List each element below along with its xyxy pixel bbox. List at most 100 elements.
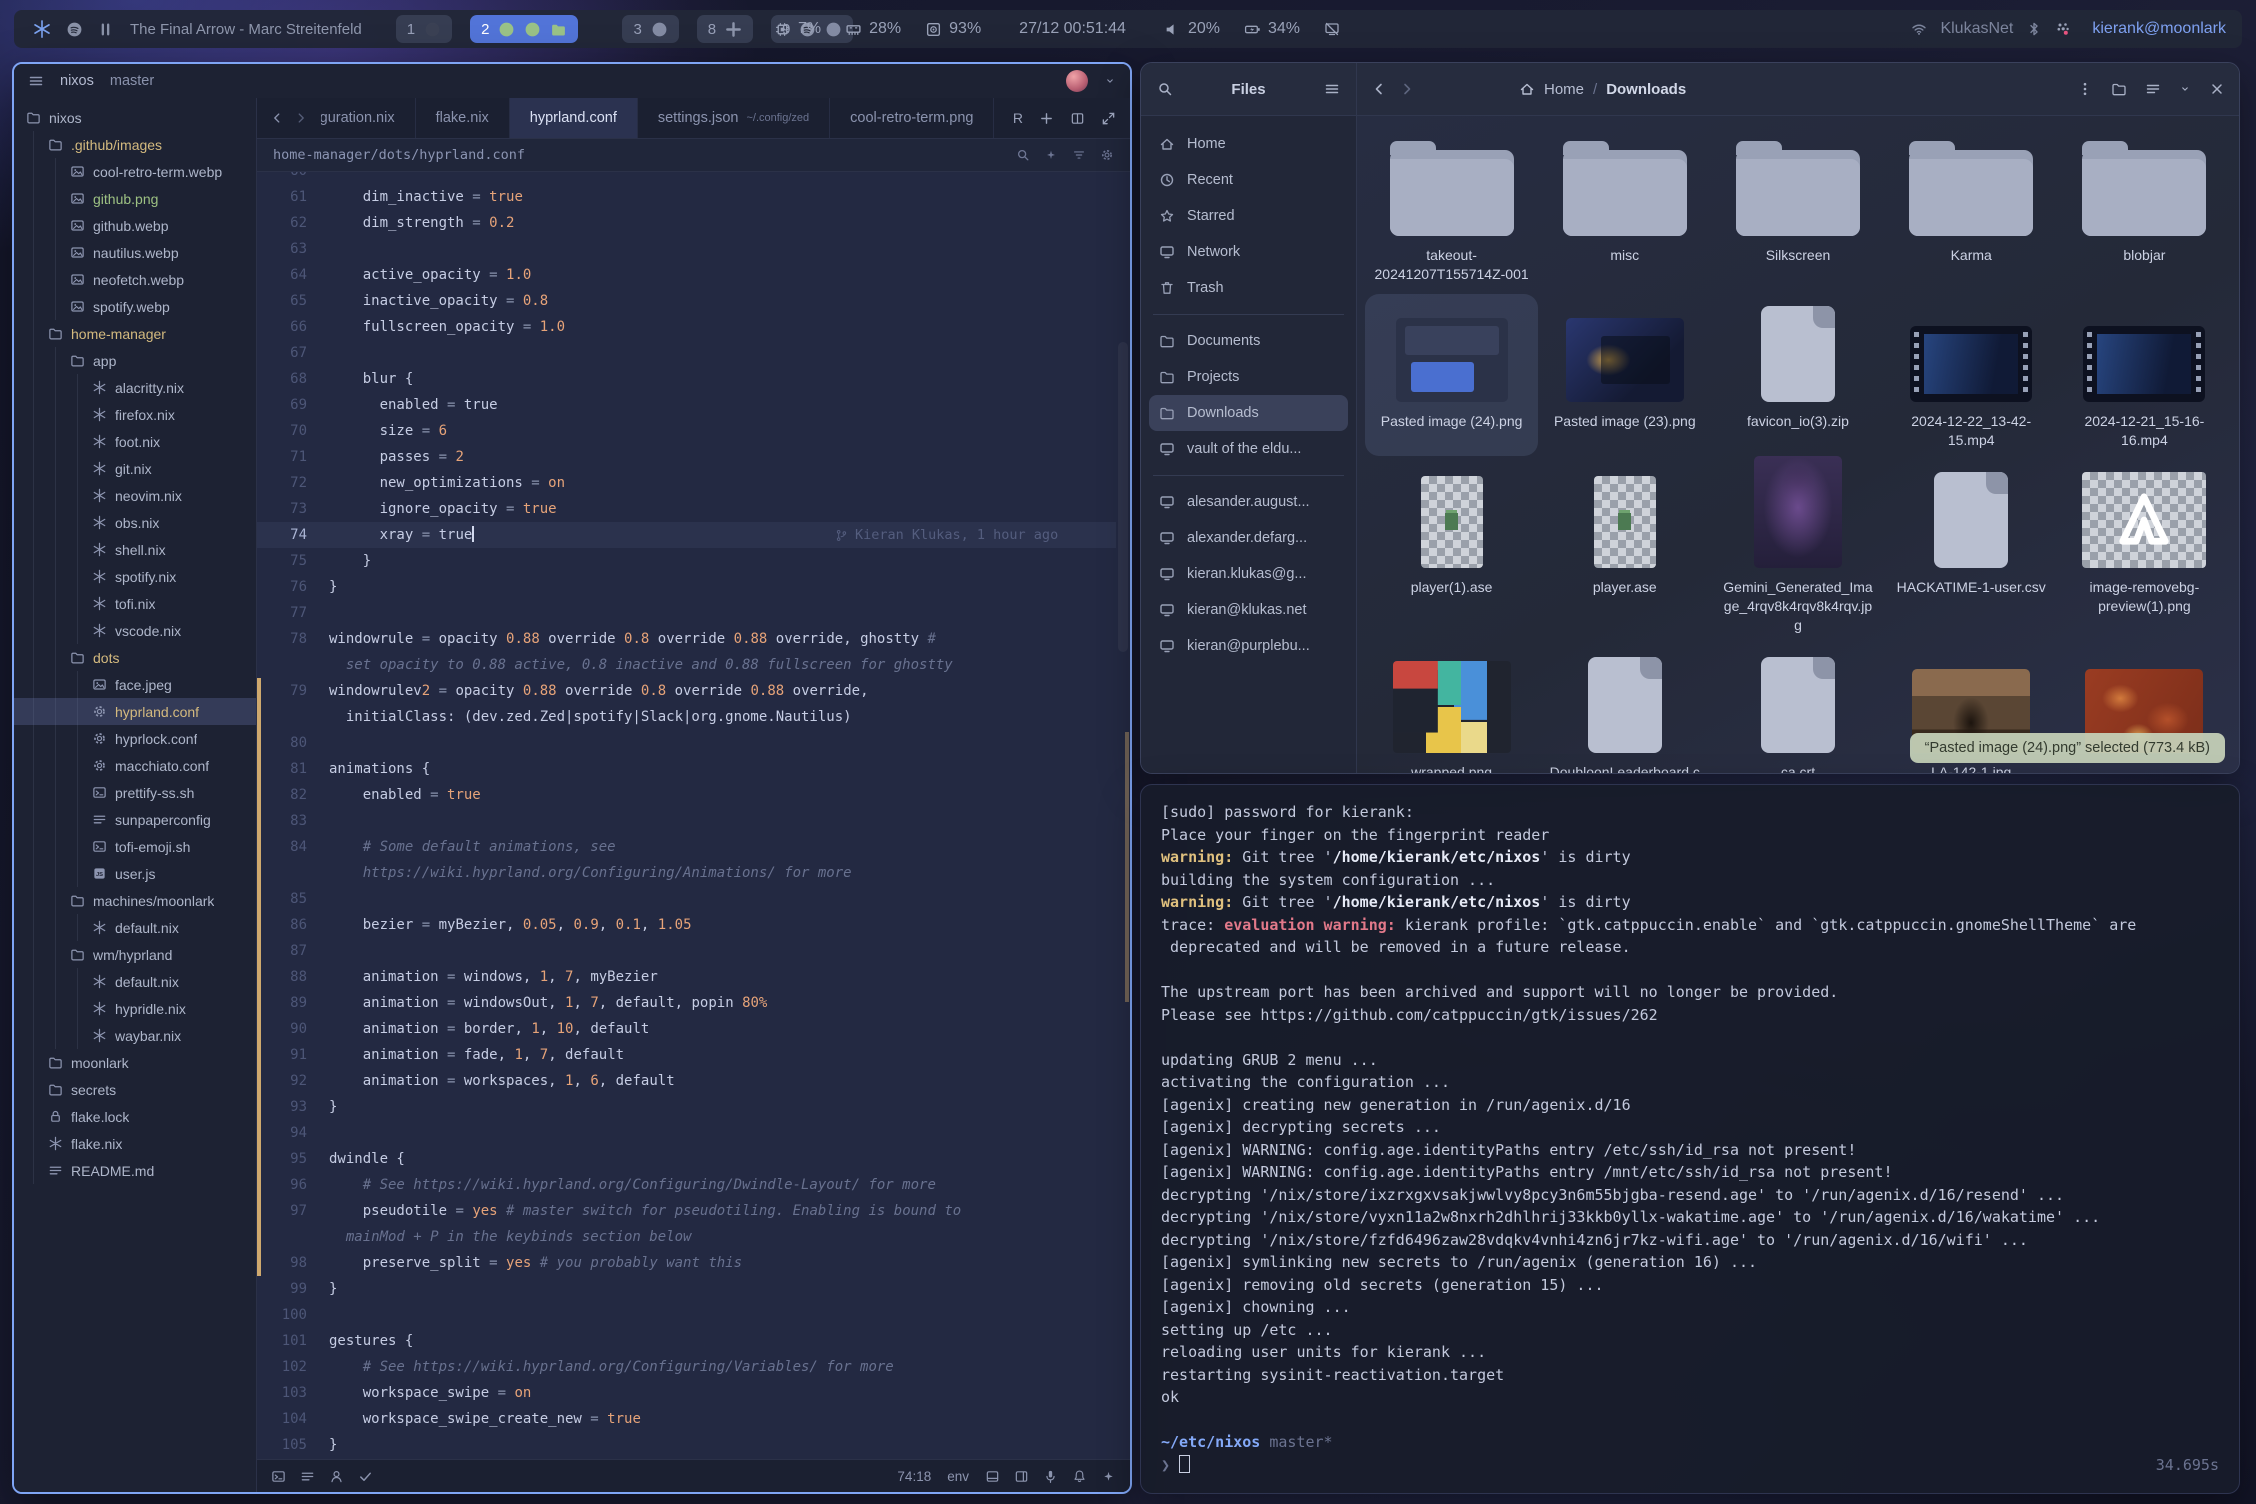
split-pane-icon[interactable] bbox=[1070, 111, 1085, 126]
terminal-panel-icon[interactable] bbox=[271, 1469, 286, 1484]
sidebar-item-kieran-klukas-g-[interactable]: kieran.klukas@g... bbox=[1149, 556, 1348, 592]
code-line-104[interactable]: 104 workspace_swipe_create_new = true bbox=[257, 1406, 1116, 1432]
bottom-dock-icon[interactable] bbox=[985, 1469, 1000, 1484]
file-item-blobjar[interactable]: blobjar bbox=[2058, 128, 2231, 290]
file-item-DoubloonLeaderboard.csv[interactable]: DoubloonLeaderboard.csv bbox=[1538, 645, 1711, 773]
tree-item-neofetch.webp[interactable]: neofetch.webp bbox=[14, 266, 256, 293]
tree-item-default.nix[interactable]: default.nix bbox=[14, 968, 256, 995]
kebab-menu-icon[interactable] bbox=[2077, 81, 2093, 97]
tab-cool-retro-term.png[interactable]: cool-retro-term.png bbox=[830, 98, 994, 138]
notifications-icon[interactable] bbox=[1072, 1469, 1087, 1484]
tree-item-tofi.nix[interactable]: tofi.nix bbox=[14, 590, 256, 617]
code-line-65[interactable]: 65 inactive_opacity = 0.8 bbox=[257, 288, 1116, 314]
tree-item-spotify.nix[interactable]: spotify.nix bbox=[14, 563, 256, 590]
avatar[interactable] bbox=[1066, 70, 1088, 92]
code-line-90[interactable]: 90 animation = border, 1, 10, default bbox=[257, 1016, 1116, 1042]
tab-hyprland.conf[interactable]: hyprland.conf bbox=[510, 98, 638, 138]
nixos-logo-icon[interactable] bbox=[32, 19, 52, 39]
workspace-8[interactable]: 8 bbox=[697, 15, 753, 43]
chevron-down-icon[interactable] bbox=[1104, 73, 1116, 89]
sidebar-item-trash[interactable]: Trash bbox=[1149, 270, 1348, 306]
tree-item-vscode.nix[interactable]: vscode.nix bbox=[14, 617, 256, 644]
pause-icon[interactable] bbox=[97, 21, 114, 38]
env-label[interactable]: env bbox=[947, 1469, 969, 1484]
code-line-83[interactable]: 83 bbox=[257, 808, 1116, 834]
zoom-pane-icon[interactable] bbox=[1101, 111, 1116, 126]
code-line-98[interactable]: 98 preserve_split = yes # you probably w… bbox=[257, 1250, 1116, 1276]
tree-item-wm/hyprland[interactable]: wm/hyprland bbox=[14, 941, 256, 968]
zed-titlebar[interactable]: nixos master bbox=[14, 64, 1130, 98]
volume-stat[interactable]: 20% bbox=[1164, 20, 1220, 38]
code-line-71[interactable]: 71 passes = 2 bbox=[257, 444, 1116, 470]
code-line-62[interactable]: 62 dim_strength = 0.2 bbox=[257, 210, 1116, 236]
tree-item-waybar.nix[interactable]: waybar.nix bbox=[14, 1022, 256, 1049]
nav-forward-icon[interactable] bbox=[1399, 81, 1415, 97]
code-line-103[interactable]: 103 workspace_swipe = on bbox=[257, 1380, 1116, 1406]
tree-item-hypridle.nix[interactable]: hypridle.nix bbox=[14, 995, 256, 1022]
view-options-icon[interactable] bbox=[2179, 81, 2191, 97]
code-line-79[interactable]: 79windowrulev2 = opacity 0.88 override 0… bbox=[257, 678, 1116, 704]
close-icon[interactable] bbox=[2209, 81, 2225, 97]
workspace-3[interactable]: 3 bbox=[622, 15, 678, 43]
tree-item-home-manager[interactable]: home-manager bbox=[14, 320, 256, 347]
buffer-search-icon[interactable] bbox=[1016, 148, 1030, 162]
forward-icon[interactable] bbox=[294, 111, 308, 125]
tree-item-dots[interactable]: dots bbox=[14, 644, 256, 671]
wifi-icon[interactable] bbox=[1911, 21, 1927, 37]
sidebar-menu-icon[interactable] bbox=[1324, 81, 1340, 97]
tree-item-git.nix[interactable]: git.nix bbox=[14, 455, 256, 482]
sidebar-item-kieran-purplebu-[interactable]: kieran@purplebu... bbox=[1149, 628, 1348, 664]
sidebar-item-documents[interactable]: Documents bbox=[1149, 323, 1348, 359]
editor-settings-icon[interactable] bbox=[1100, 148, 1114, 162]
bluetooth-icon[interactable] bbox=[2026, 21, 2042, 37]
file-item-misc[interactable]: misc bbox=[1538, 128, 1711, 290]
sidebar-item-kieran-klukas-net[interactable]: kieran@klukas.net bbox=[1149, 592, 1348, 628]
file-item-ca.crt[interactable]: ca.crt bbox=[1711, 645, 1884, 773]
tree-item-hyprland.conf[interactable]: hyprland.conf bbox=[14, 698, 256, 725]
code-editor[interactable]: 6061 dim_inactive = true62 dim_strength … bbox=[257, 172, 1130, 1459]
tree-item-github.png[interactable]: github.png bbox=[14, 185, 256, 212]
code-line-72[interactable]: 72 new_optimizations = on bbox=[257, 470, 1116, 496]
sidebar-item-network[interactable]: Network bbox=[1149, 234, 1348, 270]
sidebar-item-alesander-august-[interactable]: alesander.august... bbox=[1149, 484, 1348, 520]
file-item-Pasted image (24).png[interactable]: Pasted image (24).png bbox=[1365, 294, 1538, 456]
code-line-wrap[interactable]: mainMod + P in the keybinds section belo… bbox=[257, 1224, 1116, 1250]
code-line-93[interactable]: 93} bbox=[257, 1094, 1116, 1120]
tree-item-neovim.nix[interactable]: neovim.nix bbox=[14, 482, 256, 509]
path-current[interactable]: Downloads bbox=[1606, 81, 1686, 98]
code-line-96[interactable]: 96 # See https://wiki.hyprland.org/Confi… bbox=[257, 1172, 1116, 1198]
new-tab-icon[interactable] bbox=[1039, 111, 1054, 126]
mic-icon[interactable] bbox=[1043, 1469, 1058, 1484]
file-item-player.ase[interactable]: player.ase bbox=[1538, 460, 1711, 641]
file-item-2024-12-22_13-42-15.mp4[interactable]: 2024-12-22_13-42-15.mp4 bbox=[1885, 294, 2058, 456]
tab-configuration.nix[interactable]: configuration.nix bbox=[321, 98, 416, 138]
code-line-wrap[interactable]: initialClass: (dev.zed.Zed|spotify|Slack… bbox=[257, 704, 1116, 730]
file-item-image-removebg-preview(1).png[interactable]: image-removebg-preview(1).png bbox=[2058, 460, 2231, 641]
code-line-wrap[interactable]: set opacity to 0.88 active, 0.8 inactive… bbox=[257, 652, 1116, 678]
tree-item-prettify-ss.sh[interactable]: prettify-ss.sh bbox=[14, 779, 256, 806]
tree-item-nixos[interactable]: nixos bbox=[14, 104, 256, 131]
code-line-wrap[interactable]: https://wiki.hyprland.org/Configuring/An… bbox=[257, 860, 1116, 886]
tree-item-nautilus.webp[interactable]: nautilus.webp bbox=[14, 239, 256, 266]
code-line-66[interactable]: 66 fullscreen_opacity = 1.0 bbox=[257, 314, 1116, 340]
file-item-Pasted image (23).png[interactable]: Pasted image (23).png bbox=[1538, 294, 1711, 456]
code-line-89[interactable]: 89 animation = windowsOut, 1, 7, default… bbox=[257, 990, 1116, 1016]
new-folder-icon[interactable] bbox=[2111, 81, 2127, 97]
breadcrumb-path[interactable]: home-manager/dots/hyprland.conf bbox=[273, 147, 525, 163]
code-line-75[interactable]: 75 } bbox=[257, 548, 1116, 574]
workspace-2[interactable]: 2 bbox=[470, 15, 578, 43]
file-item-wrapped.png[interactable]: wrapped.png bbox=[1365, 645, 1538, 773]
tree-item-secrets[interactable]: secrets bbox=[14, 1076, 256, 1103]
code-line-92[interactable]: 92 animation = workspaces, 1, 6, default bbox=[257, 1068, 1116, 1094]
file-item-takeout-20241207T155714Z-001[interactable]: takeout-20241207T155714Z-001 bbox=[1365, 128, 1538, 290]
file-item-HACKATIME-1-user.csv[interactable]: HACKATIME-1-user.csv bbox=[1885, 460, 2058, 641]
git-branch-label[interactable]: master bbox=[110, 73, 154, 89]
code-line-61[interactable]: 61 dim_inactive = true bbox=[257, 184, 1116, 210]
file-item-2024-12-21_15-16-16.mp4[interactable]: 2024-12-21_15-16-16.mp4 bbox=[2058, 294, 2231, 456]
overflow-tab-button[interactable]: R bbox=[1013, 110, 1023, 126]
tree-item-user.js[interactable]: user.js bbox=[14, 860, 256, 887]
tree-item-default.nix[interactable]: default.nix bbox=[14, 914, 256, 941]
code-line-63[interactable]: 63 bbox=[257, 236, 1116, 262]
collab-panel-icon[interactable] bbox=[329, 1469, 344, 1484]
code-line-67[interactable]: 67 bbox=[257, 340, 1116, 366]
